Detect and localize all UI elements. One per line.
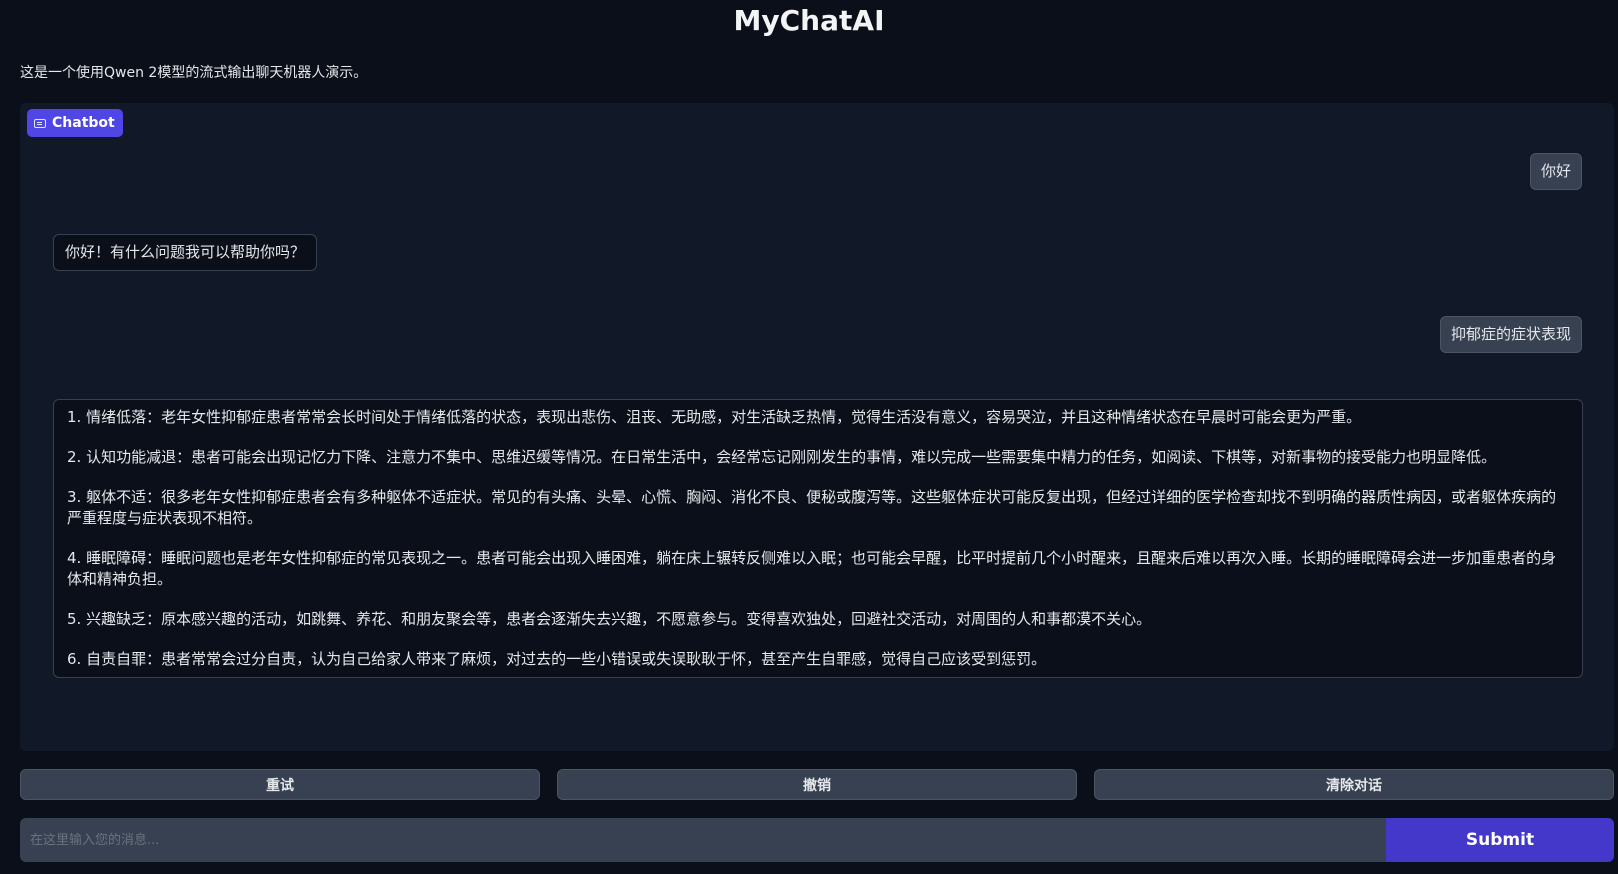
user-message: 抑郁症的症状表现: [1439, 316, 1582, 353]
clear-chat-button[interactable]: 清除对话: [1094, 769, 1614, 800]
message-input[interactable]: [20, 818, 1386, 862]
app-page: MyChatAI 这是一个使用Qwen 2模型的流式输出聊天机器人演示。 Cha…: [0, 0, 1618, 874]
bot-message-paragraph: 5. 兴趣缺乏：原本感兴趣的活动，如跳舞、养花、和朋友聚会等，患者会逐渐失去兴趣…: [67, 610, 1152, 628]
bot-message-paragraph: 4. 睡眠障碍：睡眠问题也是老年女性抑郁症的常见表现之一。患者可能会出现入睡困难…: [67, 549, 1557, 588]
undo-button[interactable]: 撤销: [557, 769, 1077, 800]
chatbot-panel[interactable]: Chatbot 你好 你好！有什么问题我可以帮助你吗？ 抑郁症的症状表现 1. …: [20, 103, 1614, 751]
bot-message: 1. 情绪低落：老年女性抑郁症患者常常会长时间处于情绪低落的状态，表现出悲伤、沮…: [53, 399, 1583, 678]
chat-icon: [34, 118, 46, 128]
user-message: 你好: [1529, 153, 1582, 190]
bot-message: 你好！有什么问题我可以帮助你吗？: [53, 234, 318, 271]
bot-message-paragraph: 6. 自责自罪：患者常常会过分自责，认为自己给家人带来了麻烦，对过去的一些小错误…: [67, 650, 1047, 668]
retry-button[interactable]: 重试: [20, 769, 540, 800]
bot-message-paragraph: 3. 躯体不适：很多老年女性抑郁症患者会有多种躯体不适症状。常见的有头痛、头晕、…: [67, 488, 1557, 527]
chatbot-label-text: Chatbot: [52, 115, 115, 131]
app-description: 这是一个使用Qwen 2模型的流式输出聊天机器人演示。: [20, 65, 368, 81]
action-button-row: 重试 撤销 清除对话: [20, 769, 1614, 800]
message-input-row: Submit: [20, 818, 1614, 862]
app-title: MyChatAI: [733, 4, 885, 37]
bot-message-paragraph: 2. 认知功能减退：患者可能会出现记忆力下降、注意力不集中、思维迟缓等情况。在日…: [67, 448, 1497, 466]
submit-button[interactable]: Submit: [1386, 818, 1614, 862]
chatbot-label: Chatbot: [27, 109, 123, 137]
bot-message-paragraph: 1. 情绪低落：老年女性抑郁症患者常常会长时间处于情绪低落的状态，表现出悲伤、沮…: [67, 408, 1362, 426]
